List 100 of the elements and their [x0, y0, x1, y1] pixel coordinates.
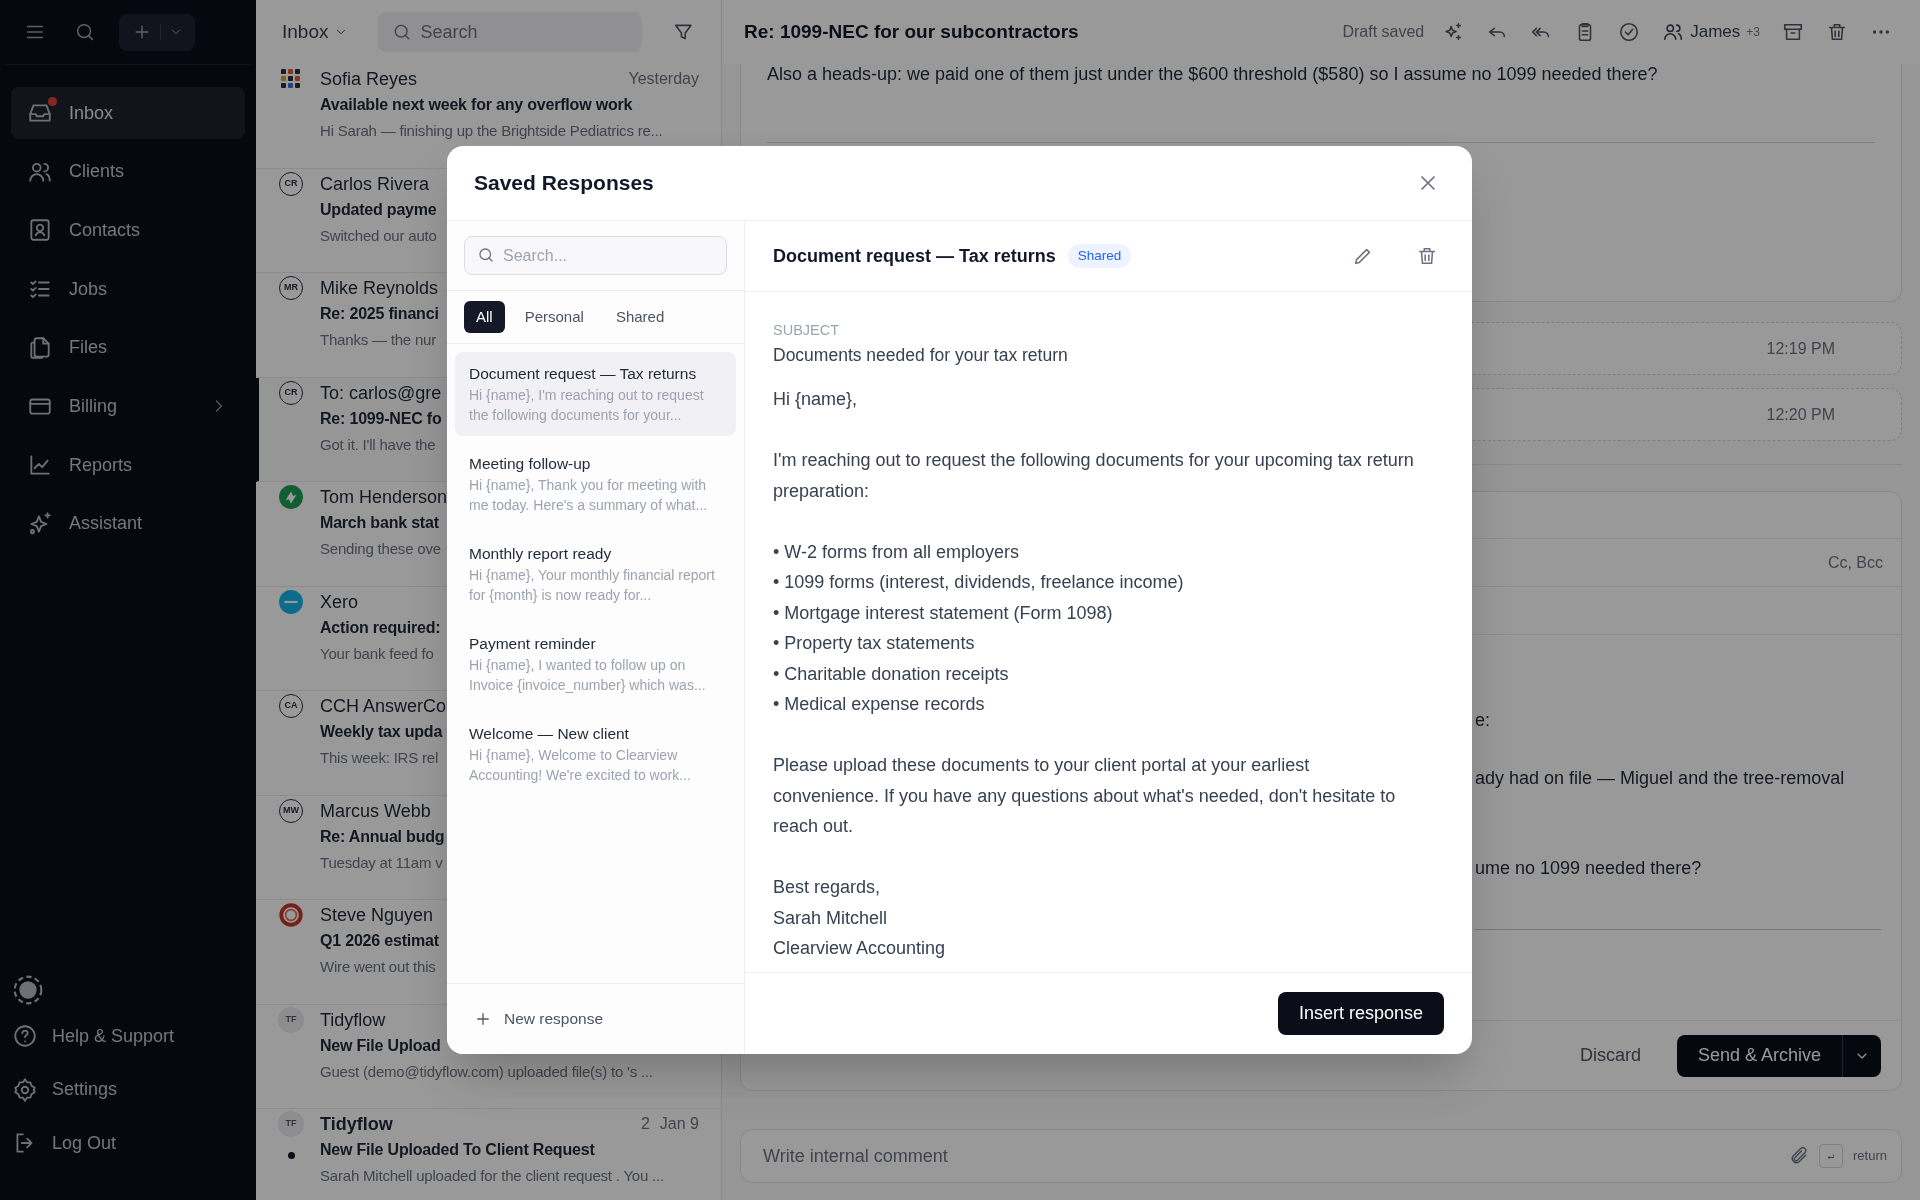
check-circle-icon[interactable]	[1618, 21, 1641, 43]
dialog-title: Saved Responses	[474, 170, 655, 197]
plus-icon	[474, 1010, 492, 1028]
sender-name: Marcus Webb	[320, 799, 431, 823]
response-title: Welcome — New client	[469, 724, 630, 744]
cc-bcc-link[interactable]: Cc, Bcc	[1827, 550, 1883, 575]
email-preview: Tuesday at 11am v	[320, 852, 443, 873]
response-preview: Hi {name}, Your monthly financial report for {month} is now ready for...	[469, 566, 716, 605]
nav-item[interactable]: Assistant	[11, 497, 245, 550]
sender-name: Tidyflow	[320, 1008, 386, 1032]
response-preview: Hi {name}, I wanted to follow up on Invoice {invoice_number} which was...	[469, 656, 707, 695]
nav-item[interactable]: Inbox	[11, 87, 245, 139]
draft-status: Draft saved	[1342, 22, 1425, 42]
response-title: Document request — Tax returns	[469, 364, 698, 384]
response-item[interactable]: Welcome — New client Hi {name}, Welcome to Clearview Accounting! We're excited to work...	[455, 712, 736, 796]
new-response-button[interactable]: New response	[474, 1007, 604, 1031]
email-preview: Sending these ove	[320, 539, 441, 559]
search-field[interactable]: Search...	[464, 236, 727, 275]
people-icon	[1662, 21, 1685, 43]
sender-name: Carlos Rivera	[320, 172, 430, 196]
sparkle-icon	[27, 510, 53, 537]
search-icon[interactable]	[74, 21, 96, 43]
sender-name: Tom Henderson	[320, 486, 448, 509]
filter-tab[interactable]: Personal	[512, 301, 596, 333]
body-text: • Medical expense records	[773, 693, 986, 716]
body-text: ume no 1099 needed there?	[1475, 857, 1702, 880]
shared-badge: Shared	[1067, 243, 1132, 269]
enter-key: ↵	[1819, 1144, 1844, 1168]
footer-nav-item[interactable]: Settings	[12, 1063, 244, 1117]
folder-dropdown[interactable]: Inbox	[282, 17, 349, 47]
email-subject: Action required:	[320, 617, 441, 638]
email-subject: New File Upload	[320, 1035, 441, 1056]
nav-item[interactable]: Clients	[11, 145, 245, 198]
discard-button[interactable]: Discard	[1571, 1042, 1649, 1069]
sender-name: CCH AnswerCo	[320, 695, 447, 718]
message-count: 2	[640, 1114, 650, 1134]
paperclip-icon[interactable]	[1789, 1146, 1810, 1166]
sender-name: To: carlos@gre	[320, 381, 442, 405]
email-subject: Available next week for any overflow work	[320, 95, 633, 115]
response-title: Payment reminder	[469, 634, 597, 654]
response-preview: Hi {name}, Thank you for meeting with me today. Here's a summary of what...	[469, 476, 709, 515]
footer-nav-item[interactable]: Log Out	[12, 1116, 244, 1170]
response-preview: Hi {name}, I'm reaching out to request the following documents for your...	[469, 386, 705, 425]
body-text: Please upload these documents to your client portal at your earliest convenience. If you have any questions about what's needed, don't hesitate to reach out.	[773, 754, 1397, 838]
message-time: 12:20 PM	[1766, 404, 1835, 425]
response-item[interactable]: Meeting follow-up Hi {name}, Thank you for meeting with me today. Here's a summary of what...	[455, 442, 736, 526]
nav-item[interactable]: Contacts	[11, 204, 245, 257]
nav-item[interactable]: Reports	[11, 439, 245, 492]
message-text: Also a heads-up: we paid one of them just under the $600 threshold ($580) so I assume no 1099 needed there?	[767, 64, 1659, 84]
filter-tab[interactable]: Shared	[603, 301, 677, 333]
contact-card-icon	[27, 217, 53, 244]
email-preview: Thanks — the nur	[320, 330, 437, 350]
archive-icon[interactable]	[1782, 21, 1804, 43]
nav-item[interactable]: Files	[11, 321, 245, 374]
sender-name: Sofia Reyes	[320, 68, 418, 91]
comment-field[interactable]: Write internal comment ↵ return	[740, 1129, 1902, 1183]
body-text: • 1099 forms (interest, dividends, freelance income)	[773, 571, 1185, 594]
response-item[interactable]: Monthly report ready Hi {name}, Your monthly financial report for {month} is now ready for...	[455, 532, 736, 616]
search-field[interactable]: Search	[378, 12, 643, 52]
thread-title: Re: 1099-NEC for our subcontractors	[744, 19, 1079, 44]
status-ring-icon[interactable]	[12, 973, 44, 1006]
subject-label: SUBJECT	[773, 321, 840, 340]
response-item[interactable]: Document request — Tax returns Hi {name}, I'm reaching out to request the following documents for your...	[455, 352, 736, 436]
files-icon	[27, 334, 53, 361]
dot-grid-logo-icon	[279, 67, 303, 91]
help-icon	[12, 1023, 38, 1050]
message-time: 12:19 PM	[1766, 338, 1835, 359]
filter-tab[interactable]: All	[464, 301, 505, 333]
body-text: • Charitable donation receipts	[773, 662, 1010, 686]
body-text: I'm reaching out to request the following documents for your upcoming tax return preparation:	[773, 449, 1415, 503]
participants-button[interactable]: James +3	[1662, 19, 1760, 45]
body-text: Best regards,	[773, 876, 882, 899]
comment-input[interactable]: Write internal comment	[763, 1142, 1780, 1170]
footer-nav-item[interactable]: Help & Support	[12, 1009, 244, 1063]
email-subject: Re: 1099-NEC fo	[320, 408, 442, 429]
logo-icon	[278, 484, 304, 510]
email-subject: Re: 2025 financi	[320, 304, 439, 324]
sender-name: Steve Nguyen	[320, 904, 434, 927]
body-text: Hi {name},	[773, 388, 859, 411]
email-preview: Your bank feed fo	[320, 643, 434, 664]
email-preview: Got it. I'll have the	[320, 434, 436, 455]
email-subject: Weekly tax upda	[320, 722, 443, 742]
email-subject: New File Uploaded To Client Request	[320, 1140, 595, 1160]
body-text: Clearview Accounting	[773, 937, 947, 960]
email-date: Jan 9	[659, 1114, 699, 1134]
email-preview: Hi Sarah — finishing up the Brightside Pediatrics re...	[320, 121, 663, 141]
email-preview: Wire went out this	[320, 957, 436, 977]
body-text: • Mortgage interest statement (Form 1098)	[773, 601, 1114, 625]
trash-icon[interactable]	[1416, 245, 1438, 267]
trash-icon[interactable]	[1826, 21, 1848, 43]
response-title: Monthly report ready	[469, 544, 613, 564]
nav-item[interactable]: Billing	[11, 380, 245, 433]
email-preview: Switched our auto	[320, 225, 437, 246]
nav-item[interactable]: Jobs	[11, 263, 245, 316]
insert-response-button[interactable]: Insert response	[1277, 992, 1444, 1035]
response-item[interactable]: Payment reminder Hi {name}, I wanted to follow up on Invoice {invoice_number} which was...	[455, 622, 736, 706]
body-text: • Property tax statements	[773, 632, 976, 655]
response-title: Document request — Tax returns	[773, 244, 1056, 268]
email-row[interactable]: TF Tidyflow 2 Jan 9 New File Uploaded To Client Request Sarah Mitchell uploaded for the client request . You ...	[256, 1109, 721, 1200]
body-text: Sarah Mitchell	[773, 906, 889, 930]
